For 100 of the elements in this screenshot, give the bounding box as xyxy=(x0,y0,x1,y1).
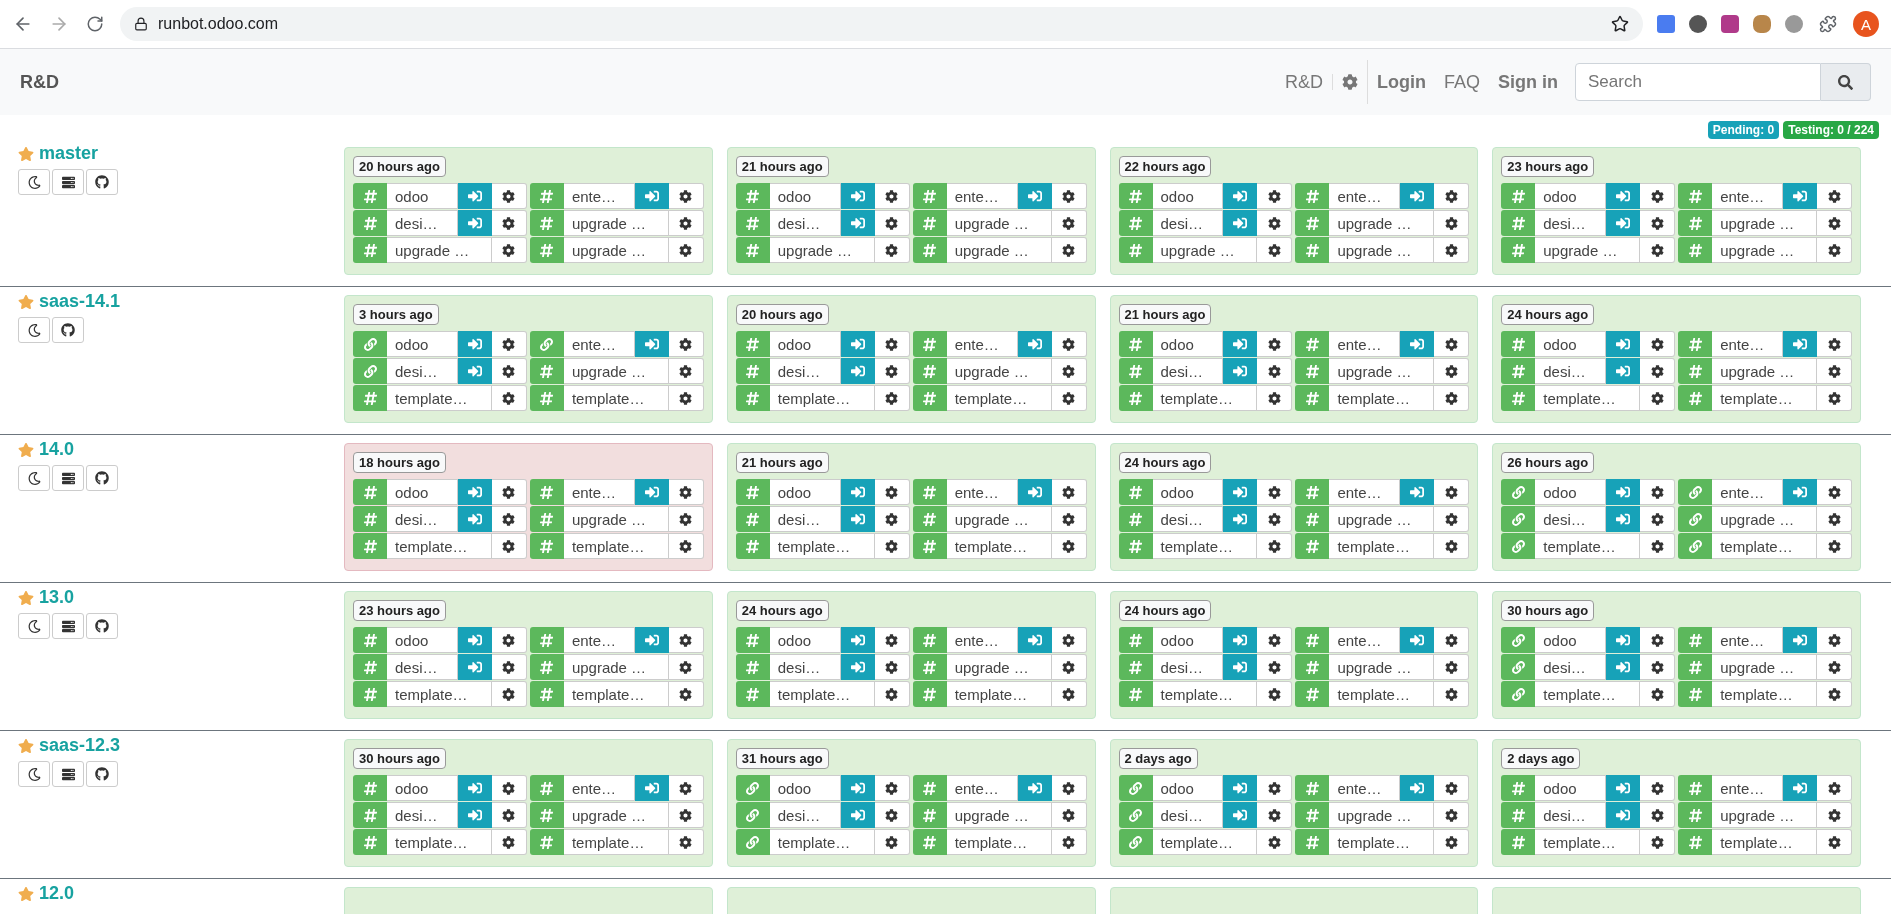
hash-icon[interactable] xyxy=(353,533,387,559)
build-link[interactable]: desi… xyxy=(387,506,458,532)
settings-icon[interactable] xyxy=(874,358,910,384)
build-link[interactable]: upgrade … xyxy=(563,358,669,384)
build-link[interactable]: upgrade … xyxy=(946,210,1052,236)
hash-icon[interactable] xyxy=(735,681,770,707)
build-link[interactable]: upgrade … xyxy=(1329,654,1435,680)
hash-icon[interactable] xyxy=(353,183,387,209)
build-link[interactable]: odoo xyxy=(1535,331,1607,357)
build-link[interactable]: ente… xyxy=(1712,331,1783,357)
build-link[interactable]: ente… xyxy=(946,331,1018,357)
build-link[interactable]: template… xyxy=(1712,829,1817,855)
settings-icon[interactable] xyxy=(668,210,704,236)
settings-icon[interactable] xyxy=(874,627,910,653)
settings-icon[interactable] xyxy=(874,331,910,357)
hash-icon[interactable] xyxy=(1118,183,1153,209)
link-icon[interactable] xyxy=(1501,681,1536,707)
link-icon[interactable] xyxy=(1501,506,1536,532)
hash-icon[interactable] xyxy=(1501,802,1536,828)
build-link[interactable]: ente… xyxy=(563,331,635,357)
profile-avatar[interactable]: A xyxy=(1853,11,1879,37)
build-link[interactable]: ente… xyxy=(1329,183,1401,209)
build-link[interactable]: ente… xyxy=(1329,775,1401,801)
build-link[interactable]: template… xyxy=(1329,829,1435,855)
build-link[interactable]: template… xyxy=(563,385,669,411)
settings-icon[interactable] xyxy=(668,627,704,653)
build-link[interactable]: desi… xyxy=(769,654,841,680)
settings-icon[interactable] xyxy=(1051,385,1087,411)
settings-icon[interactable] xyxy=(1257,681,1293,707)
hash-icon[interactable] xyxy=(1118,681,1153,707)
settings-icon[interactable] xyxy=(1051,627,1087,653)
settings-icon[interactable] xyxy=(1257,183,1293,209)
link-icon[interactable] xyxy=(1501,479,1536,505)
link-icon[interactable] xyxy=(353,331,387,357)
build-link[interactable]: desi… xyxy=(1152,506,1224,532)
settings-icon[interactable] xyxy=(668,654,704,680)
build-link[interactable]: ente… xyxy=(563,183,635,209)
settings-icon[interactable] xyxy=(491,506,527,532)
settings-icon[interactable] xyxy=(1257,210,1293,236)
build-link[interactable]: desi… xyxy=(387,358,458,384)
hash-icon[interactable] xyxy=(1118,237,1153,263)
build-link[interactable]: ente… xyxy=(946,627,1018,653)
build-link[interactable]: upgrade … xyxy=(563,237,669,263)
settings-icon[interactable] xyxy=(668,183,704,209)
build-link[interactable]: ente… xyxy=(1712,627,1783,653)
settings-icon[interactable] xyxy=(1051,210,1087,236)
settings-icon[interactable] xyxy=(874,506,910,532)
settings-icon[interactable] xyxy=(874,829,910,855)
nav-link[interactable]: Sign in xyxy=(1489,60,1567,104)
hash-icon[interactable] xyxy=(735,533,770,559)
hash-icon[interactable] xyxy=(735,331,770,357)
settings-icon[interactable] xyxy=(1051,654,1087,680)
hash-icon[interactable] xyxy=(1118,533,1153,559)
settings-icon[interactable] xyxy=(1640,775,1676,801)
build-link[interactable]: upgrade … xyxy=(946,358,1052,384)
settings-icon[interactable] xyxy=(668,775,704,801)
settings-icon[interactable] xyxy=(1257,533,1293,559)
link-icon[interactable] xyxy=(1118,829,1153,855)
link-icon[interactable] xyxy=(735,775,770,801)
settings-icon[interactable] xyxy=(1817,183,1852,209)
build-link[interactable]: upgrade … xyxy=(563,802,669,828)
search-field[interactable]: Search xyxy=(1575,63,1821,101)
settings-icon[interactable] xyxy=(1257,654,1293,680)
build-link[interactable]: template… xyxy=(1712,533,1817,559)
settings-icon[interactable] xyxy=(1257,331,1293,357)
settings-icon[interactable] xyxy=(1640,331,1676,357)
hash-icon[interactable] xyxy=(353,654,387,680)
build-link[interactable]: desi… xyxy=(1152,802,1224,828)
build-link[interactable]: upgrade … xyxy=(946,802,1052,828)
build-link[interactable]: upgrade … xyxy=(946,506,1052,532)
build-link[interactable]: upgrade … xyxy=(1152,237,1258,263)
hash-icon[interactable] xyxy=(1501,237,1536,263)
settings-icon[interactable] xyxy=(668,358,704,384)
settings-icon[interactable] xyxy=(1434,183,1470,209)
build-link[interactable]: upgrade … xyxy=(1712,210,1817,236)
hash-icon[interactable] xyxy=(735,479,770,505)
build-link[interactable]: upgrade … xyxy=(946,654,1052,680)
hash-icon[interactable] xyxy=(1501,775,1536,801)
tool-button[interactable] xyxy=(52,169,84,195)
build-link[interactable]: upgrade … xyxy=(1329,210,1435,236)
build-link[interactable]: upgrade … xyxy=(1712,358,1817,384)
build-link[interactable]: desi… xyxy=(769,210,841,236)
settings-icon[interactable] xyxy=(1817,681,1852,707)
settings-icon[interactable] xyxy=(1817,654,1852,680)
settings-icon[interactable] xyxy=(1434,775,1470,801)
hash-icon[interactable] xyxy=(1501,385,1536,411)
build-link[interactable]: desi… xyxy=(769,802,841,828)
build-link[interactable]: odoo xyxy=(1535,627,1607,653)
build-link[interactable]: desi… xyxy=(387,802,458,828)
settings-icon[interactable] xyxy=(1817,802,1852,828)
settings-icon[interactable] xyxy=(1434,237,1470,263)
link-icon[interactable] xyxy=(1501,654,1536,680)
build-link[interactable]: upgrade … xyxy=(563,654,669,680)
bookmark-star-icon[interactable] xyxy=(1611,15,1629,33)
hash-icon[interactable] xyxy=(353,237,387,263)
settings-icon[interactable] xyxy=(1817,627,1852,653)
settings-icon[interactable] xyxy=(1051,479,1087,505)
settings-icon[interactable] xyxy=(1640,358,1676,384)
build-link[interactable]: template… xyxy=(1535,681,1641,707)
settings-icon[interactable] xyxy=(1640,533,1676,559)
